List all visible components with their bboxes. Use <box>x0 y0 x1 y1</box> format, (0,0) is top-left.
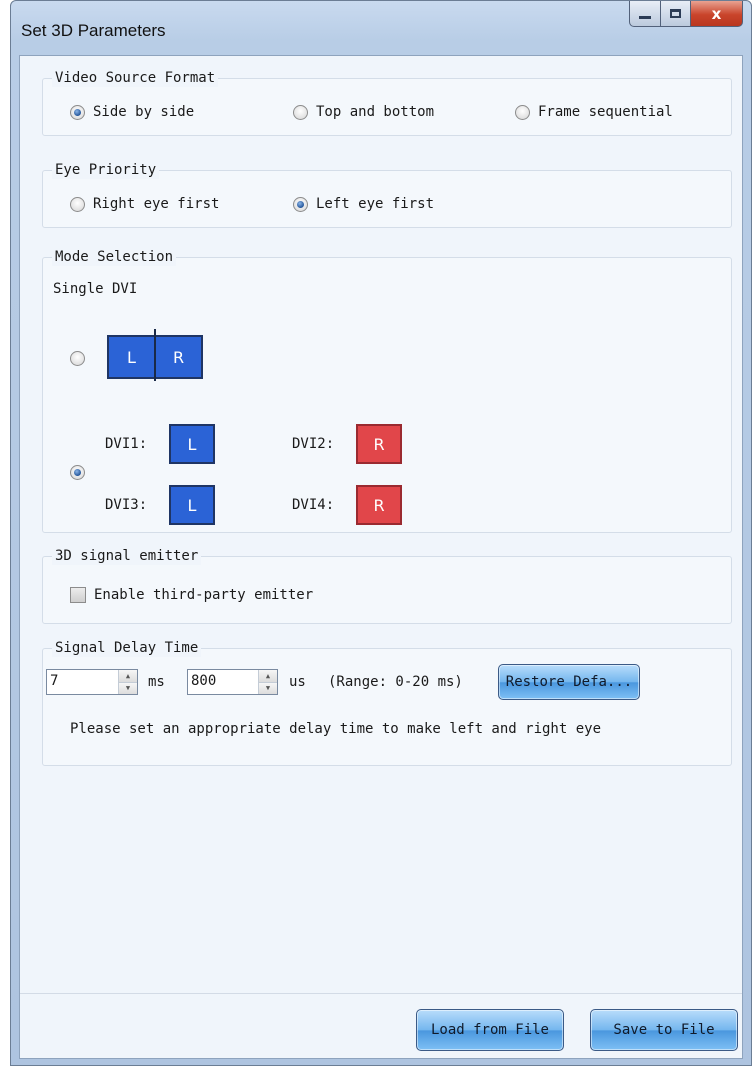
minimize-button[interactable] <box>629 1 661 27</box>
spin-down-icon[interactable]: ▼ <box>259 681 277 694</box>
radio-frame-sequential[interactable]: Frame sequential <box>515 104 673 120</box>
dvi1-eye-label: L <box>187 434 197 454</box>
spin-up-icon[interactable]: ▲ <box>119 670 137 682</box>
spin-down-icon[interactable]: ▼ <box>119 681 137 694</box>
radio-left-eye-first[interactable]: Left eye first <box>293 196 434 212</box>
radio-label: Left eye first <box>316 196 435 212</box>
radio-right-eye-first[interactable]: Right eye first <box>70 196 219 212</box>
footer-divider <box>20 993 742 994</box>
us-unit-label: us <box>289 674 306 690</box>
mode-selection-legend: Mode Selection <box>52 248 177 266</box>
spin-up-icon[interactable]: ▲ <box>259 670 277 682</box>
load-from-file-button[interactable]: Load from File <box>416 1009 564 1051</box>
radio-label: Frame sequential <box>538 104 673 120</box>
ms-spin-arrows: ▲ ▼ <box>118 670 137 694</box>
checkbox-unchecked-icon <box>70 587 86 603</box>
dvi1-label: DVI1: <box>105 436 148 452</box>
radio-multi-dvi[interactable] <box>70 465 85 480</box>
dvi4-right-eye-box: R <box>356 485 402 525</box>
dvi2-right-eye-box: R <box>356 424 402 464</box>
maximize-button[interactable] <box>661 1 691 27</box>
set-3d-parameters-window: Set 3D Parameters x Video Source Format … <box>10 0 752 1066</box>
dvi1-left-eye-box: L <box>169 424 215 464</box>
signal-delay-group: Signal Delay Time 7 ▲ ▼ ms 800 ▲ ▼ us (R… <box>42 639 732 766</box>
single-left-eye-label: L <box>127 347 136 367</box>
maximize-icon <box>670 9 681 18</box>
radio-unchecked-icon <box>70 351 85 366</box>
dialog-body: Video Source Format Side by side Top and… <box>19 55 743 1059</box>
mode-selection-group: Mode Selection Single DVI L R DVI1: L DV… <box>42 248 732 533</box>
single-right-eye-label: R <box>172 347 185 367</box>
radio-label: Top and bottom <box>316 104 435 120</box>
radio-checked-icon <box>70 104 85 120</box>
us-value[interactable]: 800 <box>188 670 258 694</box>
radio-label: Right eye first <box>93 196 220 212</box>
single-dvi-lr-diagram: L R <box>107 329 203 381</box>
video-source-format-legend: Video Source Format <box>52 69 219 87</box>
window-title: Set 3D Parameters <box>21 21 166 40</box>
dvi4-eye-label: R <box>373 495 385 515</box>
radio-top-and-bottom[interactable]: Top and bottom <box>293 104 434 120</box>
radio-unchecked-icon <box>70 196 85 212</box>
signal-emitter-group: 3D signal emitter Enable third-party emi… <box>42 547 732 624</box>
dvi3-eye-label: L <box>187 495 197 515</box>
radio-label: Side by side <box>93 104 195 120</box>
title-bar[interactable]: Set 3D Parameters x <box>11 1 751 55</box>
dvi2-label: DVI2: <box>292 436 335 452</box>
minimize-icon <box>639 16 651 19</box>
restore-defaults-label: Restore Defa... <box>505 674 633 690</box>
enable-third-party-emitter-checkbox[interactable]: Enable third-party emitter <box>70 587 313 603</box>
delay-hint-text: Please set an appropriate delay time to … <box>70 721 602 737</box>
dvi3-label: DVI3: <box>105 497 148 513</box>
signal-delay-legend: Signal Delay Time <box>52 639 202 657</box>
dvi4-label: DVI4: <box>292 497 335 513</box>
checkbox-label: Enable third-party emitter <box>94 587 314 603</box>
radio-checked-icon <box>293 196 308 212</box>
us-spin-arrows: ▲ ▼ <box>258 670 277 694</box>
radio-single-dvi[interactable] <box>70 351 85 366</box>
dvi2-eye-label: R <box>373 434 385 454</box>
save-to-file-button[interactable]: Save to File <box>590 1009 738 1051</box>
single-dvi-label: Single DVI <box>53 281 138 297</box>
radio-unchecked-icon <box>293 104 308 120</box>
video-source-format-group: Video Source Format Side by side Top and… <box>42 69 732 136</box>
ms-value[interactable]: 7 <box>47 670 118 694</box>
restore-defaults-button[interactable]: Restore Defa... <box>498 664 640 700</box>
eye-priority-group: Eye Priority Right eye first Left eye fi… <box>42 161 732 228</box>
caption-buttons: x <box>629 1 743 27</box>
radio-checked-icon <box>70 465 85 480</box>
signal-emitter-legend: 3D signal emitter <box>52 547 202 565</box>
save-to-file-label: Save to File <box>613 1022 715 1038</box>
ms-spinbox[interactable]: 7 ▲ ▼ <box>46 669 138 695</box>
range-label: (Range: 0-20 ms) <box>328 674 463 690</box>
close-button[interactable]: x <box>691 1 743 27</box>
us-spinbox[interactable]: 800 ▲ ▼ <box>187 669 278 695</box>
dvi3-left-eye-box: L <box>169 485 215 525</box>
ms-unit-label: ms <box>148 674 165 690</box>
radio-unchecked-icon <box>515 104 530 120</box>
eye-priority-legend: Eye Priority <box>52 161 160 179</box>
radio-side-by-side[interactable]: Side by side <box>70 104 194 120</box>
load-from-file-label: Load from File <box>430 1022 549 1038</box>
close-icon: x <box>711 4 722 23</box>
